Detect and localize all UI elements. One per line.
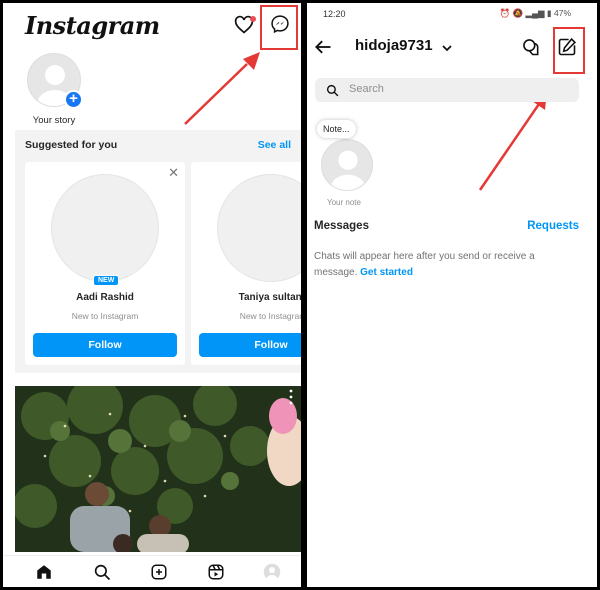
bottom-navigation: [3, 555, 301, 587]
note-label: Your note: [327, 198, 361, 207]
suggestion-subtitle: New to Instagram: [239, 311, 301, 321]
search-icon: [326, 84, 339, 97]
suggestion-name: Taniya sultana: [238, 292, 301, 303]
direct-messages-screen: 12:20 ⏰ 🔕 ▂▄▆ ▮ 47% hidoja9731 Search No…: [307, 3, 597, 587]
note-avatar[interactable]: [321, 139, 373, 191]
story-label: Your story: [32, 115, 76, 126]
search-placeholder: Search: [349, 83, 384, 95]
note-bubble[interactable]: Note...: [317, 120, 356, 138]
reels-icon[interactable]: [207, 563, 225, 581]
suggested-section: Suggested for you See all ✕ NEW Aadi Ras…: [15, 130, 301, 373]
suggestion-avatar: [217, 174, 301, 282]
profile-icon[interactable]: [263, 563, 281, 583]
empty-state-message: Chats will appear here after you send or…: [314, 251, 535, 278]
follow-button[interactable]: Follow: [33, 333, 177, 357]
get-started-link[interactable]: Get started: [360, 267, 413, 278]
search-icon[interactable]: [93, 563, 111, 581]
post-photo[interactable]: [15, 386, 301, 552]
see-all-link[interactable]: See all: [258, 139, 291, 151]
instagram-feed-screen: Instagram + Your story Suggested for you…: [3, 3, 301, 587]
suggestion-card: ✕ NEW Aadi Rashid New to Instagram Follo…: [25, 162, 185, 365]
dismiss-icon[interactable]: ✕: [168, 165, 179, 181]
suggestion-avatar: [51, 174, 159, 282]
add-story-icon[interactable]: +: [64, 90, 83, 109]
create-icon[interactable]: [150, 563, 168, 581]
messages-title: Messages: [314, 220, 369, 232]
empty-state-text: Chats will appear here after you send or…: [314, 249, 564, 281]
follow-button[interactable]: Follow: [199, 333, 301, 357]
search-input[interactable]: Search: [315, 78, 579, 102]
requests-link[interactable]: Requests: [527, 220, 579, 232]
home-icon[interactable]: [35, 563, 53, 581]
new-badge: NEW: [93, 275, 120, 286]
suggestion-name: Aadi Rashid: [76, 292, 134, 303]
suggested-title: Suggested for you: [25, 139, 118, 151]
your-story[interactable]: + Your story: [25, 53, 83, 126]
suggestion-subtitle: New to Instagram: [71, 311, 139, 321]
suggestion-card: Taniya sultana New to Instagram Follow: [191, 162, 301, 365]
